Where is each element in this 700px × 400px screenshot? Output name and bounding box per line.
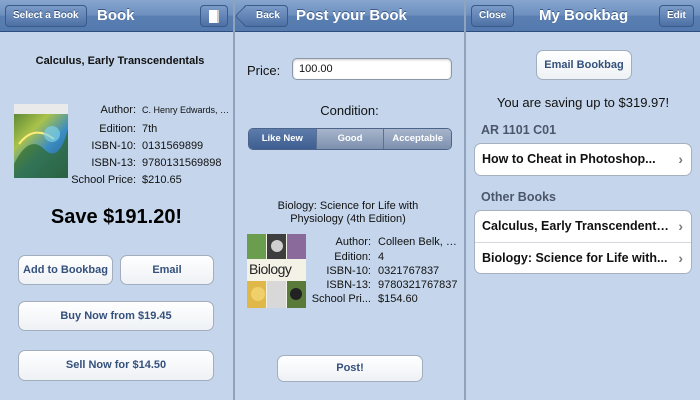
detail-value: 9780321767837 — [378, 279, 458, 291]
list-item[interactable]: How to Cheat in Photoshop... › — [475, 144, 691, 175]
price-label: Price: — [247, 63, 281, 78]
condition-like-new[interactable]: Like New — [249, 129, 316, 149]
detail-key: School Pri... — [311, 293, 371, 305]
book-cover-image — [14, 104, 68, 178]
add-to-bookbag-button[interactable]: Add to Bookbag — [18, 255, 113, 285]
buy-now-button[interactable]: Buy Now from $19.45 — [18, 301, 214, 331]
list-item[interactable]: Biology: Science for Life with... › — [475, 242, 691, 273]
detail-key: Edition: — [334, 251, 371, 263]
book-detail-panel: Select a Book Book Calculus, Early Trans… — [0, 0, 233, 400]
detail-key: ISBN-13: — [326, 279, 371, 291]
price-input[interactable]: 100.00 — [292, 58, 452, 80]
detail-value: C. Henry Edwards, Da... — [142, 105, 230, 115]
detail-key: ISBN-10: — [326, 265, 371, 277]
edit-button[interactable]: Edit — [659, 5, 694, 27]
book-title: Calculus, Early Transcendentals — [35, 55, 205, 67]
bookbag-panel: Close My Bookbag Edit Email Bookbag You … — [466, 0, 700, 400]
detail-value: 0321767837 — [378, 265, 440, 277]
bookbag-savings: You are saving up to $319.97! — [496, 95, 670, 110]
detail-key: ISBN-10: — [91, 140, 136, 152]
nav-title: Book — [97, 7, 135, 24]
section-header-course: AR 1101 C01 — [481, 123, 557, 137]
detail-key: Edition: — [99, 123, 136, 135]
sell-now-button[interactable]: Sell Now for $14.50 — [18, 350, 214, 381]
list-item[interactable]: Calculus, Early Transcendentals › — [475, 211, 691, 242]
detail-key: Author: — [100, 104, 136, 116]
detail-value: $210.65 — [142, 174, 182, 186]
navigation-bar: Select a Book Book — [0, 0, 233, 32]
detail-value: 7th — [142, 123, 158, 135]
detail-key: School Price: — [71, 174, 136, 186]
biology-cover-image: Biology — [247, 234, 306, 308]
detail-value: $154.60 — [378, 293, 418, 305]
post-book-title: Biology: Science for Life with Physiolog… — [277, 200, 419, 225]
list-item-label: Biology: Science for Life with... — [482, 251, 668, 265]
nav-title: My Bookbag — [539, 7, 629, 24]
cover-title-text: Biology — [249, 261, 292, 277]
calculus-cover-art — [14, 104, 68, 178]
back-label: Back — [256, 10, 280, 21]
chevron-right-icon: › — [678, 218, 683, 234]
course-books-list: How to Cheat in Photoshop... › — [474, 143, 692, 176]
condition-acceptable[interactable]: Acceptable — [383, 129, 451, 149]
select-a-book-button[interactable]: Select a Book — [5, 5, 87, 27]
chevron-right-icon: › — [678, 151, 683, 167]
detail-key: ISBN-13: — [91, 157, 136, 169]
detail-value: 4 — [378, 251, 385, 263]
nav-title: Post your Book — [296, 7, 407, 24]
list-item-label: Calculus, Early Transcendentals — [482, 219, 670, 233]
navigation-bar: Close My Bookbag Edit — [466, 0, 700, 32]
condition-segmented-control[interactable]: Like New Good Acceptable — [248, 128, 452, 150]
navigation-bar: Back Post your Book — [235, 0, 464, 32]
condition-label: Condition: — [320, 103, 379, 118]
email-bookbag-button[interactable]: Email Bookbag — [536, 50, 632, 80]
detail-value: Colleen Belk, Vir... — [378, 236, 464, 248]
document-button[interactable] — [200, 5, 228, 27]
detail-value: 0131569899 — [142, 140, 204, 152]
chevron-right-icon: › — [678, 250, 683, 266]
condition-good[interactable]: Good — [315, 129, 384, 149]
list-item-label: How to Cheat in Photoshop... — [482, 152, 656, 166]
detail-key: Author: — [335, 236, 371, 248]
other-books-list: Calculus, Early Transcendentals › Biolog… — [474, 210, 692, 274]
document-icon — [209, 10, 219, 23]
email-button[interactable]: Email — [120, 255, 214, 285]
section-header-other: Other Books — [481, 190, 557, 204]
back-button[interactable]: Back — [243, 5, 288, 27]
savings-amount: Save $191.20! — [50, 206, 183, 228]
post-button[interactable]: Post! — [277, 355, 423, 382]
close-button[interactable]: Close — [471, 5, 515, 27]
post-book-panel: Back Post your Book Price: 100.00 Condit… — [235, 0, 464, 400]
detail-value: 9780131569898 — [142, 157, 222, 169]
